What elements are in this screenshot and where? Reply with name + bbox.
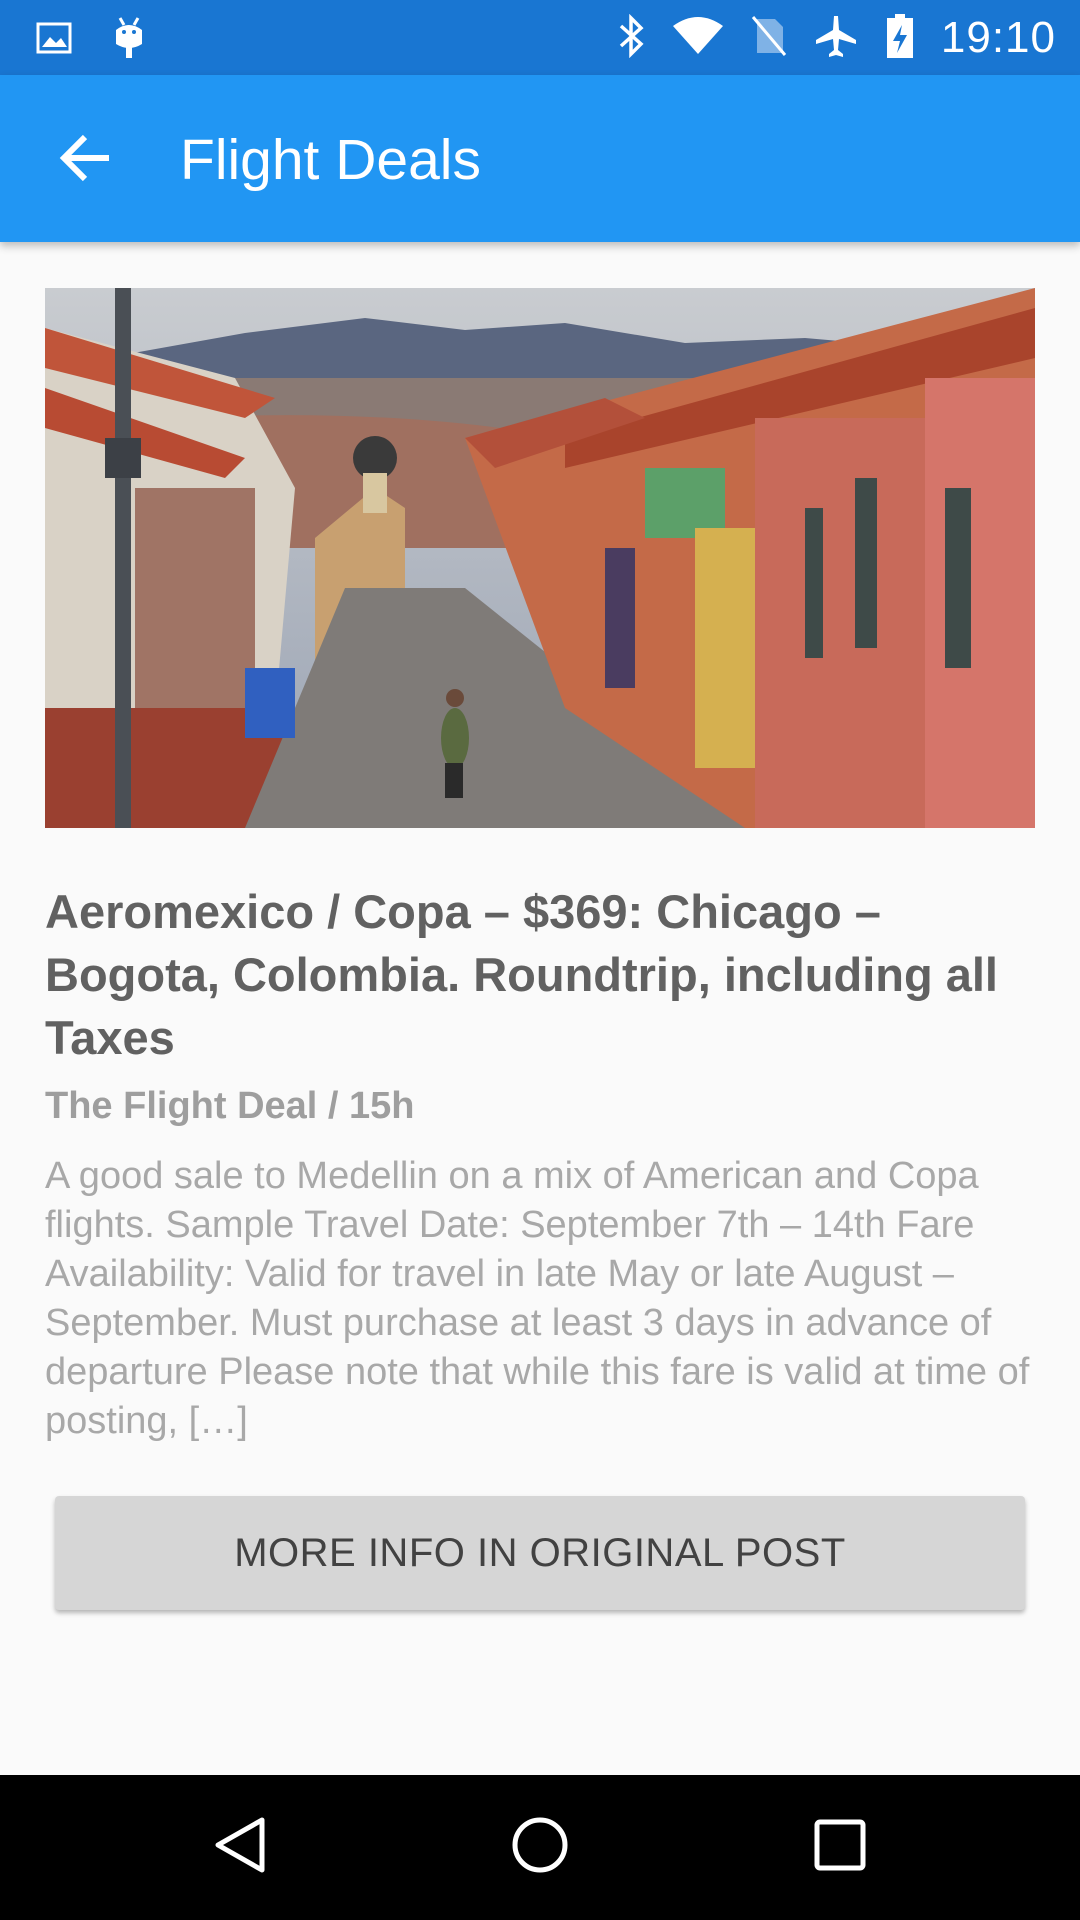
article-image bbox=[45, 288, 1035, 828]
recents-square-icon bbox=[813, 1818, 867, 1877]
bluetooth-icon bbox=[617, 13, 645, 63]
image-icon bbox=[36, 22, 72, 59]
page-title: Flight Deals bbox=[180, 128, 481, 192]
status-time: 19:10 bbox=[940, 13, 1056, 62]
back-button[interactable] bbox=[50, 125, 120, 195]
article-excerpt: A good sale to Medellin on a mix of Amer… bbox=[45, 1155, 1030, 1442]
navigation-bar bbox=[0, 1775, 1080, 1920]
wifi-icon bbox=[671, 16, 725, 61]
app-bar: Flight Deals bbox=[0, 75, 1080, 242]
more-info-button[interactable]: MORE INFO IN ORIGINAL POST bbox=[55, 1496, 1025, 1610]
nav-recents-button[interactable] bbox=[800, 1807, 880, 1887]
article-meta: The Flight Deal / 15h bbox=[45, 1085, 415, 1127]
airplane-mode-icon bbox=[813, 13, 859, 64]
no-sim-icon bbox=[751, 15, 787, 62]
nav-back-button[interactable] bbox=[200, 1807, 280, 1887]
android-debug-icon bbox=[112, 16, 146, 65]
battery-charging-icon bbox=[885, 13, 915, 64]
article-headline: Aeromexico / Copa – $369: Chicago – Bogo… bbox=[45, 885, 998, 1064]
nav-home-button[interactable] bbox=[500, 1807, 580, 1887]
home-circle-icon bbox=[510, 1815, 570, 1880]
status-bar: 19:10 bbox=[0, 0, 1080, 75]
back-triangle-icon bbox=[212, 1815, 268, 1880]
arrow-back-icon bbox=[59, 134, 111, 187]
